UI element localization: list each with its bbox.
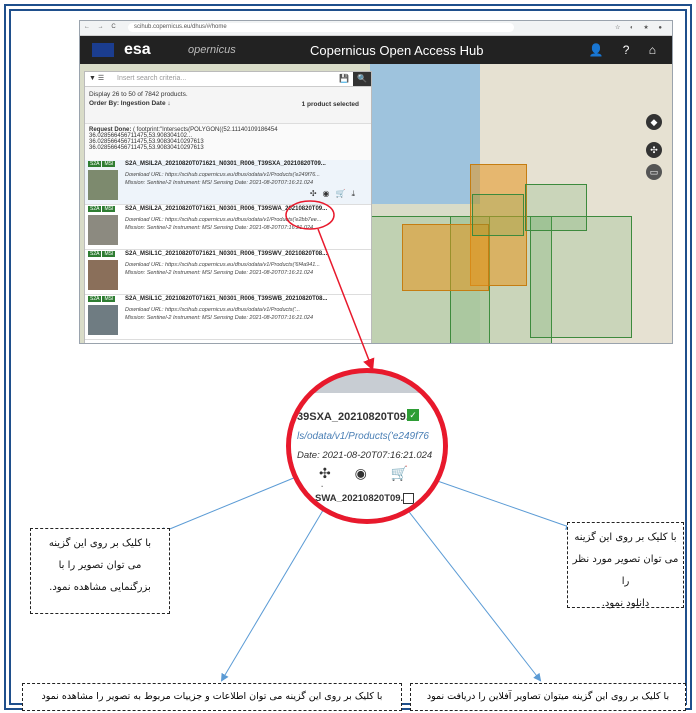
tag-instrument: MSI	[102, 161, 116, 167]
search-bar: ▼ ☰ Insert search criteria... 💾 🔍	[85, 72, 371, 87]
product-url[interactable]: Download URL: https://scihub.copernicus.…	[125, 307, 300, 313]
app-header: esa opernicus Copernicus Open Access Hub…	[80, 36, 672, 64]
tag-instrument: MSI	[102, 251, 116, 257]
header-icons[interactable]: 👤 ? ⌂	[588, 43, 664, 57]
eu-flag-icon	[92, 43, 114, 57]
zoom-inner: 39SXA_20210820T09... ✓ ls/odata/v1/Produ…	[291, 373, 443, 519]
product-name[interactable]: S2A_MSIL2A_20210820T071621_N0301_R006_T3…	[125, 206, 327, 212]
product-tags: S2A MSI	[88, 251, 116, 257]
zoom-product-url: ls/odata/v1/Products('e249f76	[297, 431, 429, 442]
callout-line: می توان تصویر را با	[58, 560, 142, 571]
callout-download: با کلیک بر روی این گزینه می توان تصویر م…	[567, 522, 684, 609]
zoom-next-product-name: SWA_20210820T09...	[315, 493, 409, 504]
callout-line: با کلیک بر روی این گزینه	[574, 532, 677, 543]
zoom-product-name: 39SXA_20210820T09...	[297, 411, 416, 423]
callout-line: بزرگنمایی مشاهده نمود.	[49, 582, 151, 593]
product-url[interactable]: Download URL: https://scihub.copernicus.…	[125, 217, 321, 223]
product-tags: S2A MSI	[88, 206, 116, 212]
footprint-tile[interactable]	[525, 184, 587, 231]
map-sea	[370, 64, 480, 204]
product-tags: S2A MSI	[88, 161, 116, 167]
product-thumbnail[interactable]	[88, 215, 118, 245]
tag-instrument: MSI	[102, 296, 116, 302]
pan-icon[interactable]: ✣	[646, 142, 662, 158]
filter-icon[interactable]: ▼ ☰	[89, 74, 104, 82]
results-count: Display 26 to 50 of 7842 products.	[89, 91, 188, 98]
product-thumbnail[interactable]	[88, 260, 118, 290]
tag-sat: S2A	[88, 161, 102, 167]
tag-sat: S2A	[88, 206, 102, 212]
product-thumbnail[interactable]	[88, 305, 118, 335]
product-name[interactable]: S2A_MSIL1C_20210820T071621_N0301_R006_T3…	[125, 251, 327, 257]
checkbox-icon[interactable]	[403, 493, 414, 504]
search-input[interactable]: Insert search criteria...	[117, 75, 186, 82]
extension-icons[interactable]: ☆ ◐ ★ ●	[615, 24, 666, 31]
save-icon[interactable]: 💾	[339, 74, 349, 83]
product-name[interactable]: S2A_MSIL2A_20210820T071621_N0301_R006_T3…	[125, 161, 326, 167]
product-row[interactable]: S2A MSI S2A_MSIL1C_20210820T071621_N0301_…	[85, 250, 371, 295]
product-meta: Mission: Sentinel-2 Instrument: MSI Sens…	[125, 225, 314, 231]
draw-icon[interactable]: ▭	[646, 164, 662, 180]
search-icon[interactable]: 🔍	[353, 72, 371, 86]
esa-logo: esa	[124, 41, 151, 58]
product-meta: Mission: Sentinel-2 Instrument: MSI Sens…	[125, 180, 314, 186]
tag-sat: S2A	[88, 251, 102, 257]
product-row[interactable]: S2A MSI S2A_MSIL2A_20210820T071621_N0301_…	[85, 160, 371, 205]
browser-nav-icons[interactable]: ← → C	[84, 24, 119, 30]
browser-chrome: ← → C scihub.copernicus.eu/dhus/#/home ☆…	[80, 21, 672, 36]
tag-sat: S2A	[88, 296, 102, 302]
checkbox-checked-icon[interactable]: ✓	[407, 409, 419, 421]
callout-details: با کلیک بر روی این گزینه می توان اطلاعات…	[22, 683, 402, 711]
request-line3: 36.028566456711475,53.90830410297613	[89, 145, 204, 151]
results-panel: ▼ ☰ Insert search criteria... 💾 🔍 Displa…	[84, 71, 372, 343]
zoom-callout: 39SXA_20210820T09... ✓ ls/odata/v1/Produ…	[286, 368, 448, 524]
product-row[interactable]: S2A MSI S2A_MSIL2A_20210820T071621_N0301_…	[85, 205, 371, 250]
product-meta: Mission: Sentinel-2 Instrument: MSI Sens…	[125, 315, 314, 321]
zoom-sensing-date: Date: 2021-08-20T07:16:21.024	[297, 450, 433, 461]
request-info: Request Done: ( footprint:"Intersects(PO…	[85, 124, 371, 160]
copernicus-logo: opernicus	[188, 44, 236, 56]
product-row[interactable]: S2A MSI S2A_MSIL1C_20210820T071621_N0301_…	[85, 295, 371, 340]
product-url[interactable]: Download URL: https://scihub.copernicus.…	[125, 262, 320, 268]
address-bar[interactable]: scihub.copernicus.eu/dhus/#/home	[128, 23, 514, 32]
callout-offline: با کلیک بر روی این گزینه میتوان تصاویر آ…	[410, 683, 686, 711]
callout-line: می توان تصویر مورد نظر را	[572, 554, 679, 587]
callout-line: دانلود نمود.	[601, 598, 650, 609]
footprint-tile[interactable]	[472, 194, 524, 236]
product-name[interactable]: S2A_MSIL1C_20210820T071621_N0301_R006_T3…	[125, 296, 327, 302]
browser-screenshot: ← → C scihub.copernicus.eu/dhus/#/home ☆…	[79, 20, 673, 344]
layers-icon[interactable]: ◆	[646, 114, 662, 130]
product-actions[interactable]: ✣◉🛒⤓	[310, 189, 361, 199]
selected-count: 1 product selected	[301, 101, 359, 108]
product-url[interactable]: Download URL: https://scihub.copernicus.…	[125, 172, 320, 178]
results-header: Display 26 to 50 of 7842 products. Order…	[85, 87, 371, 124]
product-thumbnail[interactable]	[88, 170, 118, 200]
tag-instrument: MSI	[102, 206, 116, 212]
footprint-tile[interactable]	[530, 216, 632, 338]
product-tags: S2A MSI	[88, 296, 116, 302]
callout-zoom-view: با کلیک بر روی این گزینه می توان تصویر ر…	[30, 528, 170, 614]
app-title: Copernicus Open Access Hub	[310, 43, 484, 58]
callout-line: با کلیک بر روی این گزینه	[48, 538, 152, 549]
product-meta: Mission: Sentinel-2 Instrument: MSI Sens…	[125, 270, 314, 276]
